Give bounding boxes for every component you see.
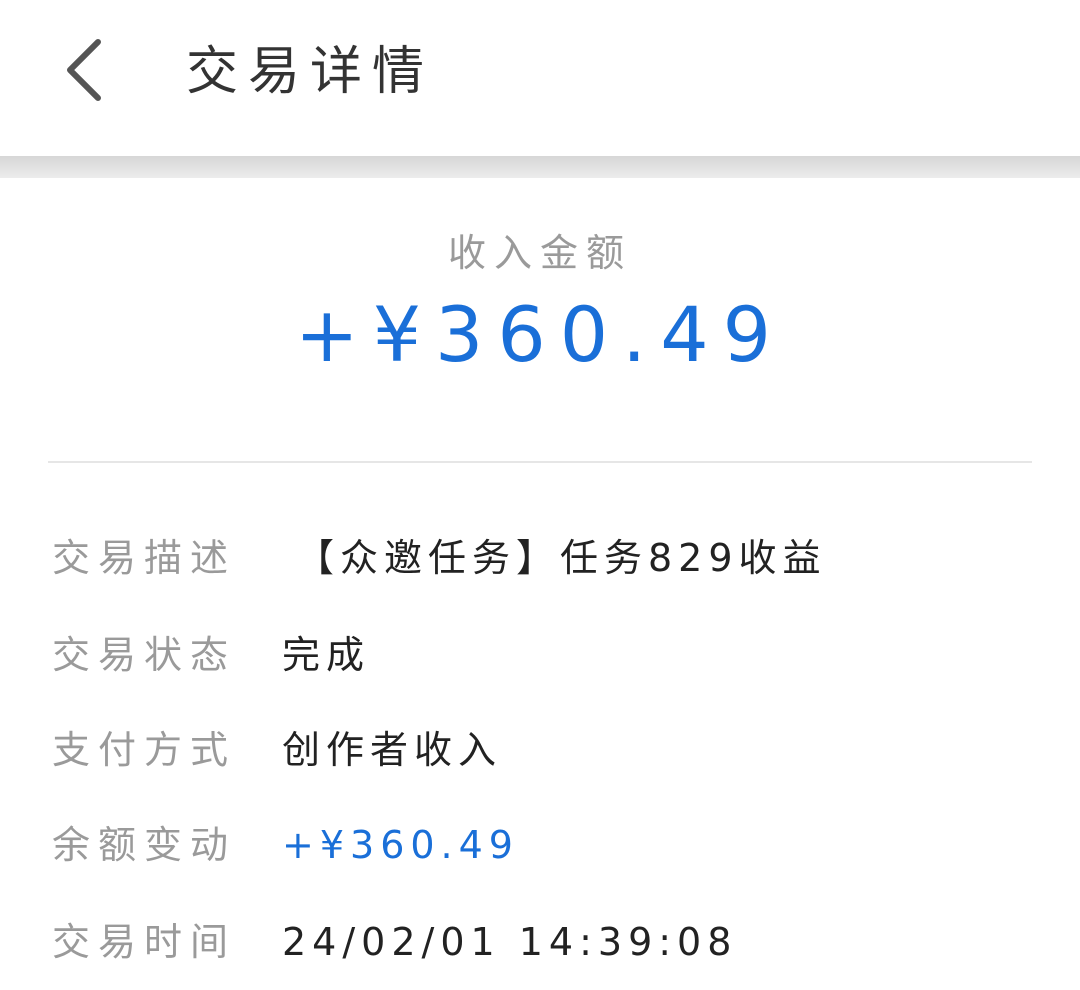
detail-value: 创作者收入 [282,728,503,772]
amount-label: 收入金额 [447,231,632,275]
page-title: 交易详情 [186,42,435,102]
detail-row-balance-change: 余额变动 +¥360.49 [0,815,1080,875]
detail-label: 交易时间 [52,920,237,964]
section-divider [48,461,1032,463]
amount-value: +¥360.49 [295,290,785,379]
header-divider [0,156,1080,178]
detail-label: 余额变动 [52,823,237,867]
detail-value: +¥360.49 [282,823,519,867]
detail-row-time: 交易时间 24/02/01 14:39:08 [0,912,1080,972]
detail-value: 【众邀任务】任务829收益 [296,536,827,580]
detail-value: 24/02/01 14:39:08 [282,920,738,964]
chevron-left-icon [64,38,104,106]
detail-label: 交易描述 [52,536,237,580]
top-bar: 交易详情 [0,0,1080,156]
detail-row-payment-method: 支付方式 创作者收入 [0,720,1080,780]
detail-row-status: 交易状态 完成 [0,625,1080,685]
detail-value: 完成 [282,633,371,677]
detail-label: 交易状态 [52,633,237,677]
detail-label: 支付方式 [52,728,237,772]
detail-row-description: 交易描述 【众邀任务】任务829收益 [0,528,1080,588]
back-button[interactable] [52,32,116,112]
